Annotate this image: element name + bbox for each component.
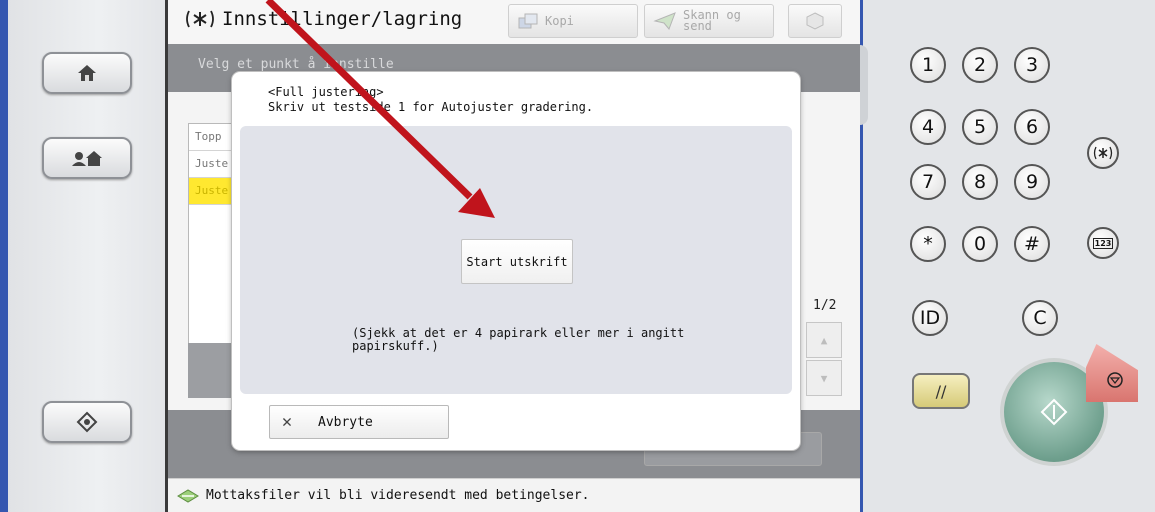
home-icon — [78, 65, 96, 81]
dialog-note-line-2: papirskuff.) — [352, 339, 439, 353]
key-9[interactable]: 9 — [1014, 164, 1050, 200]
reset-slash-icon: // — [935, 381, 947, 401]
tab-copy-label: Kopi — [545, 14, 574, 28]
key-5[interactable]: 5 — [962, 109, 998, 145]
key-1[interactable]: 1 — [910, 47, 946, 83]
subtitle-text: Velg et punkt å innstille — [198, 57, 394, 72]
scroll-up-button[interactable]: ▲ — [806, 322, 842, 358]
settings-asterisk-icon — [186, 10, 214, 28]
tab-more[interactable] — [788, 4, 842, 38]
user-home-button[interactable] — [42, 137, 132, 179]
tab-copy[interactable]: Kopi — [508, 4, 638, 38]
panel-edge — [0, 0, 8, 512]
key-asterisk[interactable]: * — [910, 226, 946, 262]
send-icon — [653, 12, 676, 30]
title-text: Innstillinger/lagring — [222, 8, 463, 30]
diamond-eye-icon — [76, 411, 98, 433]
start-diamond-icon — [1040, 398, 1068, 426]
page-title: Innstillinger/lagring — [186, 8, 462, 30]
dialog-note: (Sjekk at det er 4 papirark eller mer i … — [352, 327, 692, 353]
status-bar: Mottaksfiler vil bli videresendt med bet… — [168, 478, 860, 512]
adjustment-dialog: <Full justering> Skriv ut testside 1 for… — [232, 72, 800, 450]
dialog-content-panel: Start utskrift (Sjekk at det er 4 papira… — [240, 126, 792, 394]
home-button[interactable] — [42, 52, 132, 94]
tab-scan-send[interactable]: Skann og send — [644, 4, 774, 38]
start-print-label: Start utskrift — [466, 254, 568, 269]
counter-key[interactable]: 123 — [1087, 227, 1119, 259]
start-print-button[interactable]: Start utskrift — [461, 239, 573, 284]
key-3[interactable]: 3 — [1014, 47, 1050, 83]
reset-key[interactable]: // — [912, 373, 970, 409]
box-icon — [806, 12, 824, 30]
key-8[interactable]: 8 — [962, 164, 998, 200]
status-message: Mottaksfiler vil bli videresendt med bet… — [206, 488, 590, 503]
key-2[interactable]: 2 — [962, 47, 998, 83]
cancel-button[interactable]: ✕ Avbryte — [269, 405, 449, 439]
key-6[interactable]: 6 — [1014, 109, 1050, 145]
user-home-icon — [72, 151, 102, 166]
touch-screen: Innstillinger/lagring Kopi Skann og send — [165, 0, 860, 512]
tab-scan-label-2: send — [683, 19, 712, 33]
dialog-heading-instruction: Skriv ut testside 1 for Autojuster grade… — [268, 100, 594, 114]
id-key[interactable]: ID — [912, 300, 948, 336]
counter-icon: 123 — [1092, 237, 1114, 249]
cancel-label: Avbryte — [318, 414, 373, 430]
clear-key[interactable]: C — [1022, 300, 1058, 336]
settings-key[interactable] — [1087, 137, 1119, 169]
panel-bezel — [860, 45, 868, 125]
key-0[interactable]: 0 — [962, 226, 998, 262]
settings-asterisk-icon — [1093, 146, 1113, 160]
close-icon: ✕ — [281, 412, 293, 432]
left-hardware-panel — [0, 0, 165, 512]
triangle-up-icon: ▲ — [820, 333, 828, 347]
key-4[interactable]: 4 — [910, 109, 946, 145]
key-7[interactable]: 7 — [910, 164, 946, 200]
scroll-down-button[interactable]: ▼ — [806, 360, 842, 396]
page-indicator: 1/2 — [813, 298, 837, 313]
right-hardware-panel: 1 2 3 4 5 6 7 8 9 * 0 # ID C 123 // — [860, 0, 1155, 512]
top-bar: Innstillinger/lagring Kopi Skann og send — [168, 0, 860, 45]
forward-mail-icon — [177, 488, 199, 503]
stop-icon — [1107, 372, 1123, 388]
triangle-down-icon: ▼ — [820, 371, 828, 385]
dialog-heading-title: <Full justering> — [268, 85, 384, 99]
settings-panel-button[interactable] — [42, 401, 132, 443]
copy-icon — [518, 13, 538, 29]
dialog-heading: <Full justering> Skriv ut testside 1 for… — [268, 85, 593, 115]
key-hash[interactable]: # — [1014, 226, 1050, 262]
stop-key[interactable] — [1086, 344, 1138, 402]
